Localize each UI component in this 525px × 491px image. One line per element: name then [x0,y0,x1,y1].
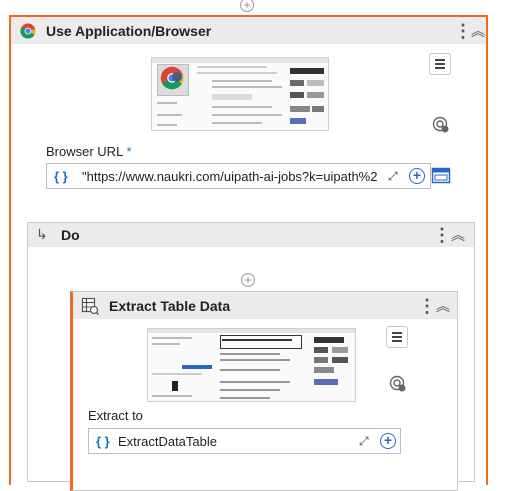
table-extract-icon [81,297,99,315]
target-screenshot[interactable] [151,57,329,131]
do-arrow-icon: ↳ [36,226,48,242]
browser-url-label: Browser URL * [46,144,132,159]
extract-indicate-target-icon[interactable] [389,375,407,393]
activity-title: Use Application/Browser [46,23,212,39]
add-activity-do-button[interactable]: + [241,273,255,287]
do-header[interactable]: ↳ Do ⋮ ︽ [28,223,474,247]
extract-target-screenshot[interactable] [147,328,356,402]
expand-editor-icon[interactable]: ⤢ [388,169,398,184]
extract-table-data-activity: Extract Table Data ⋮ ︽ Extract to {} Ex… [70,291,458,491]
extract-header[interactable]: Extract Table Data ⋮ ︽ [73,292,457,319]
extract-more-options-icon[interactable]: ⋮ [418,297,436,315]
more-options-icon[interactable]: ⋮ [454,22,472,40]
extract-to-value: ExtractDataTable [118,434,217,449]
extract-to-label: Extract to [88,408,143,423]
extract-title: Extract Table Data [109,298,231,314]
extract-menu-button[interactable] [386,326,408,348]
do-more-options-icon[interactable]: ⋮ [433,226,451,244]
do-container: ↳ Do ⋮ ︽ + Extract Table Data ⋮ ︽ Extrac… [27,222,475,491]
do-collapse-icon[interactable]: ︽ [451,228,465,242]
extract-expression-icon[interactable]: { } [96,434,110,449]
menu-button[interactable] [429,53,451,75]
browser-url-value: "https://www.naukri.com/uipath-ai-jobs?k… [82,169,378,184]
browser-url-field[interactable]: { } "https://www.naukri.com/uipath-ai-jo… [46,163,431,189]
add-activity-top-button[interactable]: + [240,0,254,12]
extract-expand-editor-icon[interactable]: ⤢ [359,434,369,449]
browser-window-icon[interactable] [431,166,451,186]
collapse-icon[interactable]: ︽ [471,24,485,38]
add-variable-icon[interactable]: + [409,168,425,184]
extract-collapse-icon[interactable]: ︽ [436,299,450,313]
extract-to-field[interactable]: { } ExtractDataTable ⤢ + [88,428,401,454]
chrome-icon [20,23,36,39]
do-title: Do [61,227,80,243]
extract-add-variable-icon[interactable]: + [380,433,396,449]
indicate-target-icon[interactable] [432,116,450,134]
expression-icon[interactable]: { } [54,169,68,184]
activity-header[interactable]: Use Application/Browser ⋮ ︽ [11,17,486,44]
